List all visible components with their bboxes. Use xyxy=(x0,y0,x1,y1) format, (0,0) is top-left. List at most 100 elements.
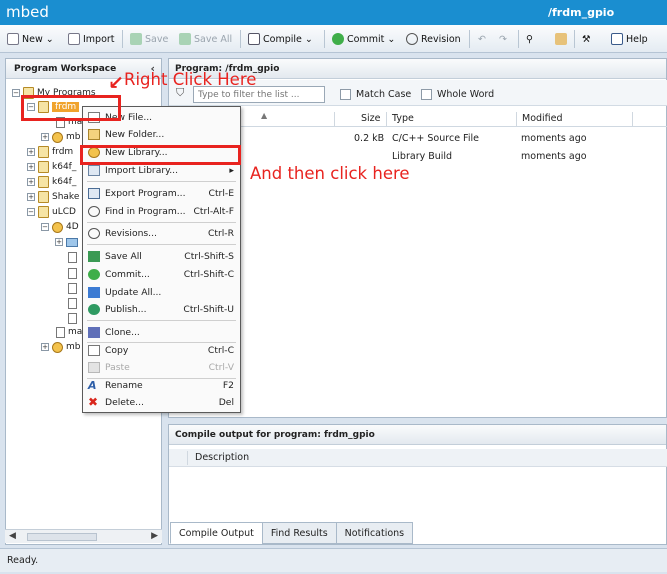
tree-item-label: mb xyxy=(66,342,81,352)
menu-shortcut: Ctrl-R xyxy=(207,228,234,239)
column-description[interactable]: Description xyxy=(195,452,249,463)
menu-item-publish[interactable]: Publish... Ctrl-Shift-U xyxy=(83,301,240,318)
app-title: mbed xyxy=(6,3,49,21)
find-button[interactable]: ⚲ xyxy=(526,31,533,47)
save-button[interactable]: Save xyxy=(130,31,168,47)
new-label: New xyxy=(22,33,43,45)
menu-divider xyxy=(87,244,236,245)
tree-item-file[interactable] xyxy=(68,281,80,295)
commit-button[interactable]: Commit ⌄ xyxy=(332,31,395,47)
scroll-right-icon[interactable]: ▶ xyxy=(151,531,158,541)
tree-item-label: uLCD xyxy=(52,207,76,217)
cpp-file-icon xyxy=(68,297,77,309)
tree-item-file[interactable] xyxy=(68,266,80,280)
menu-shortcut: Ctrl-Shift-U xyxy=(183,304,234,315)
compile-button[interactable]: Compile ⌄ xyxy=(248,31,313,47)
tree-item-program[interactable]: + k64f_ xyxy=(27,175,76,189)
expand-toggle[interactable]: + xyxy=(27,148,35,156)
tab-notifications[interactable]: Notifications xyxy=(335,522,414,544)
menu-item-new-folder[interactable]: New Folder... xyxy=(83,126,240,143)
match-case-checkbox[interactable] xyxy=(340,89,351,100)
expand-toggle[interactable]: + xyxy=(27,163,35,171)
menu-item-rename[interactable]: A Rename F2 xyxy=(83,377,240,394)
menu-item-label: Publish... xyxy=(105,304,147,315)
redo-button[interactable]: ↷ xyxy=(499,31,507,47)
menu-shortcut: Ctrl-Shift-S xyxy=(184,251,234,262)
menu-divider xyxy=(87,181,236,182)
revisions-icon xyxy=(88,228,100,239)
highlight-box-program xyxy=(21,95,121,121)
scroll-left-icon[interactable]: ◀ xyxy=(9,531,16,541)
tree-item-library[interactable]: − 4D xyxy=(41,220,79,234)
tree-item-label: Shake xyxy=(52,192,80,202)
menu-item-clone[interactable]: Clone... xyxy=(83,324,240,341)
table-row[interactable]: 0.2 kB C/C++ Source File moments ago xyxy=(169,130,667,148)
tree-item-library[interactable]: + mb xyxy=(41,340,80,354)
tree-item-file[interactable] xyxy=(68,311,80,325)
save-all-label: Save All xyxy=(194,33,233,45)
expand-toggle[interactable]: + xyxy=(27,178,35,186)
revision-button[interactable]: Revision xyxy=(406,31,461,47)
tree-item-program[interactable]: − uLCD xyxy=(27,205,76,219)
current-path: /frdm_gpio xyxy=(548,6,615,19)
column-divider xyxy=(334,112,335,126)
undo-button[interactable]: ↶ xyxy=(478,31,486,47)
tree-item-file[interactable]: ma xyxy=(56,325,82,339)
tree-item-library[interactable]: + mb xyxy=(41,130,80,144)
tree-item-file[interactable] xyxy=(68,250,80,264)
column-modified[interactable]: Modified xyxy=(522,113,563,124)
file-list-header: ▲ Size Type Modified xyxy=(169,111,667,127)
menu-item-save-all[interactable]: Save All Ctrl-Shift-S xyxy=(83,248,240,265)
menu-item-update-all[interactable]: Update All... xyxy=(83,284,240,301)
expand-toggle[interactable]: + xyxy=(41,133,49,141)
menu-item-delete[interactable]: ✖ Delete... Del xyxy=(83,394,240,411)
collapse-toggle[interactable]: − xyxy=(12,89,20,97)
new-folder-icon xyxy=(88,129,100,140)
tree-item-folder[interactable]: + xyxy=(55,235,81,249)
menu-item-commit[interactable]: Commit... Ctrl-Shift-C xyxy=(83,266,240,283)
chevron-down-icon: ⌄ xyxy=(387,33,396,45)
tab-compile-output[interactable]: Compile Output xyxy=(170,522,263,544)
help-button[interactable]: Help xyxy=(611,31,648,47)
menu-item-label: Copy xyxy=(105,345,129,356)
tree-item-program[interactable]: + frdm xyxy=(27,145,73,159)
annotation-right-click: Right Click Here xyxy=(124,70,257,89)
settings-button[interactable]: ⚒ xyxy=(582,31,591,47)
tree-item-program[interactable]: + Shake xyxy=(27,190,79,204)
collapse-toggle[interactable]: − xyxy=(41,223,49,231)
commit-icon xyxy=(332,33,344,45)
menu-item-export-program[interactable]: Export Program... Ctrl-E xyxy=(83,185,240,202)
menu-item-copy[interactable]: Copy Ctrl-C xyxy=(83,342,240,359)
menu-item-label: Update All... xyxy=(105,287,162,298)
save-all-icon xyxy=(179,33,191,45)
menu-item-label: Save All xyxy=(105,251,142,262)
column-type[interactable]: Type xyxy=(392,113,414,124)
expand-toggle[interactable]: + xyxy=(27,193,35,201)
file-type: Library Build xyxy=(392,151,453,162)
save-all-button[interactable]: Save All xyxy=(179,31,232,47)
table-row[interactable]: Library Build moments ago xyxy=(169,148,667,166)
collapse-toggle[interactable]: − xyxy=(27,208,35,216)
undo-icon: ↶ xyxy=(478,33,486,45)
format-button[interactable] xyxy=(555,31,567,47)
whole-word-checkbox[interactable] xyxy=(421,89,432,100)
scrollbar-thumb[interactable] xyxy=(27,533,97,541)
tree-item-file[interactable] xyxy=(68,296,80,310)
file-modified: moments ago xyxy=(521,133,587,144)
library-icon xyxy=(52,341,63,353)
workspace-title: Program Workspace xyxy=(14,64,117,74)
new-button[interactable]: New ⌄ xyxy=(7,31,54,47)
menu-item-revisions[interactable]: Revisions... Ctrl-R xyxy=(83,225,240,242)
menu-item-paste[interactable]: Paste Ctrl-V xyxy=(83,359,240,376)
tree-item-program[interactable]: + k64f_ xyxy=(27,160,76,174)
import-button[interactable]: Import xyxy=(68,31,115,47)
export-icon xyxy=(88,188,100,199)
horizontal-scrollbar[interactable]: ◀ ▶ xyxy=(5,529,162,543)
cpp-file-icon xyxy=(68,282,77,294)
expand-toggle[interactable]: + xyxy=(41,343,49,351)
column-size[interactable]: Size xyxy=(361,113,381,124)
expand-toggle[interactable]: + xyxy=(55,238,63,246)
menu-item-find-in-program[interactable]: Find in Program... Ctrl-Alt-F xyxy=(83,203,240,220)
tab-find-results[interactable]: Find Results xyxy=(261,522,337,544)
chevron-down-icon: ⌄ xyxy=(45,33,54,45)
